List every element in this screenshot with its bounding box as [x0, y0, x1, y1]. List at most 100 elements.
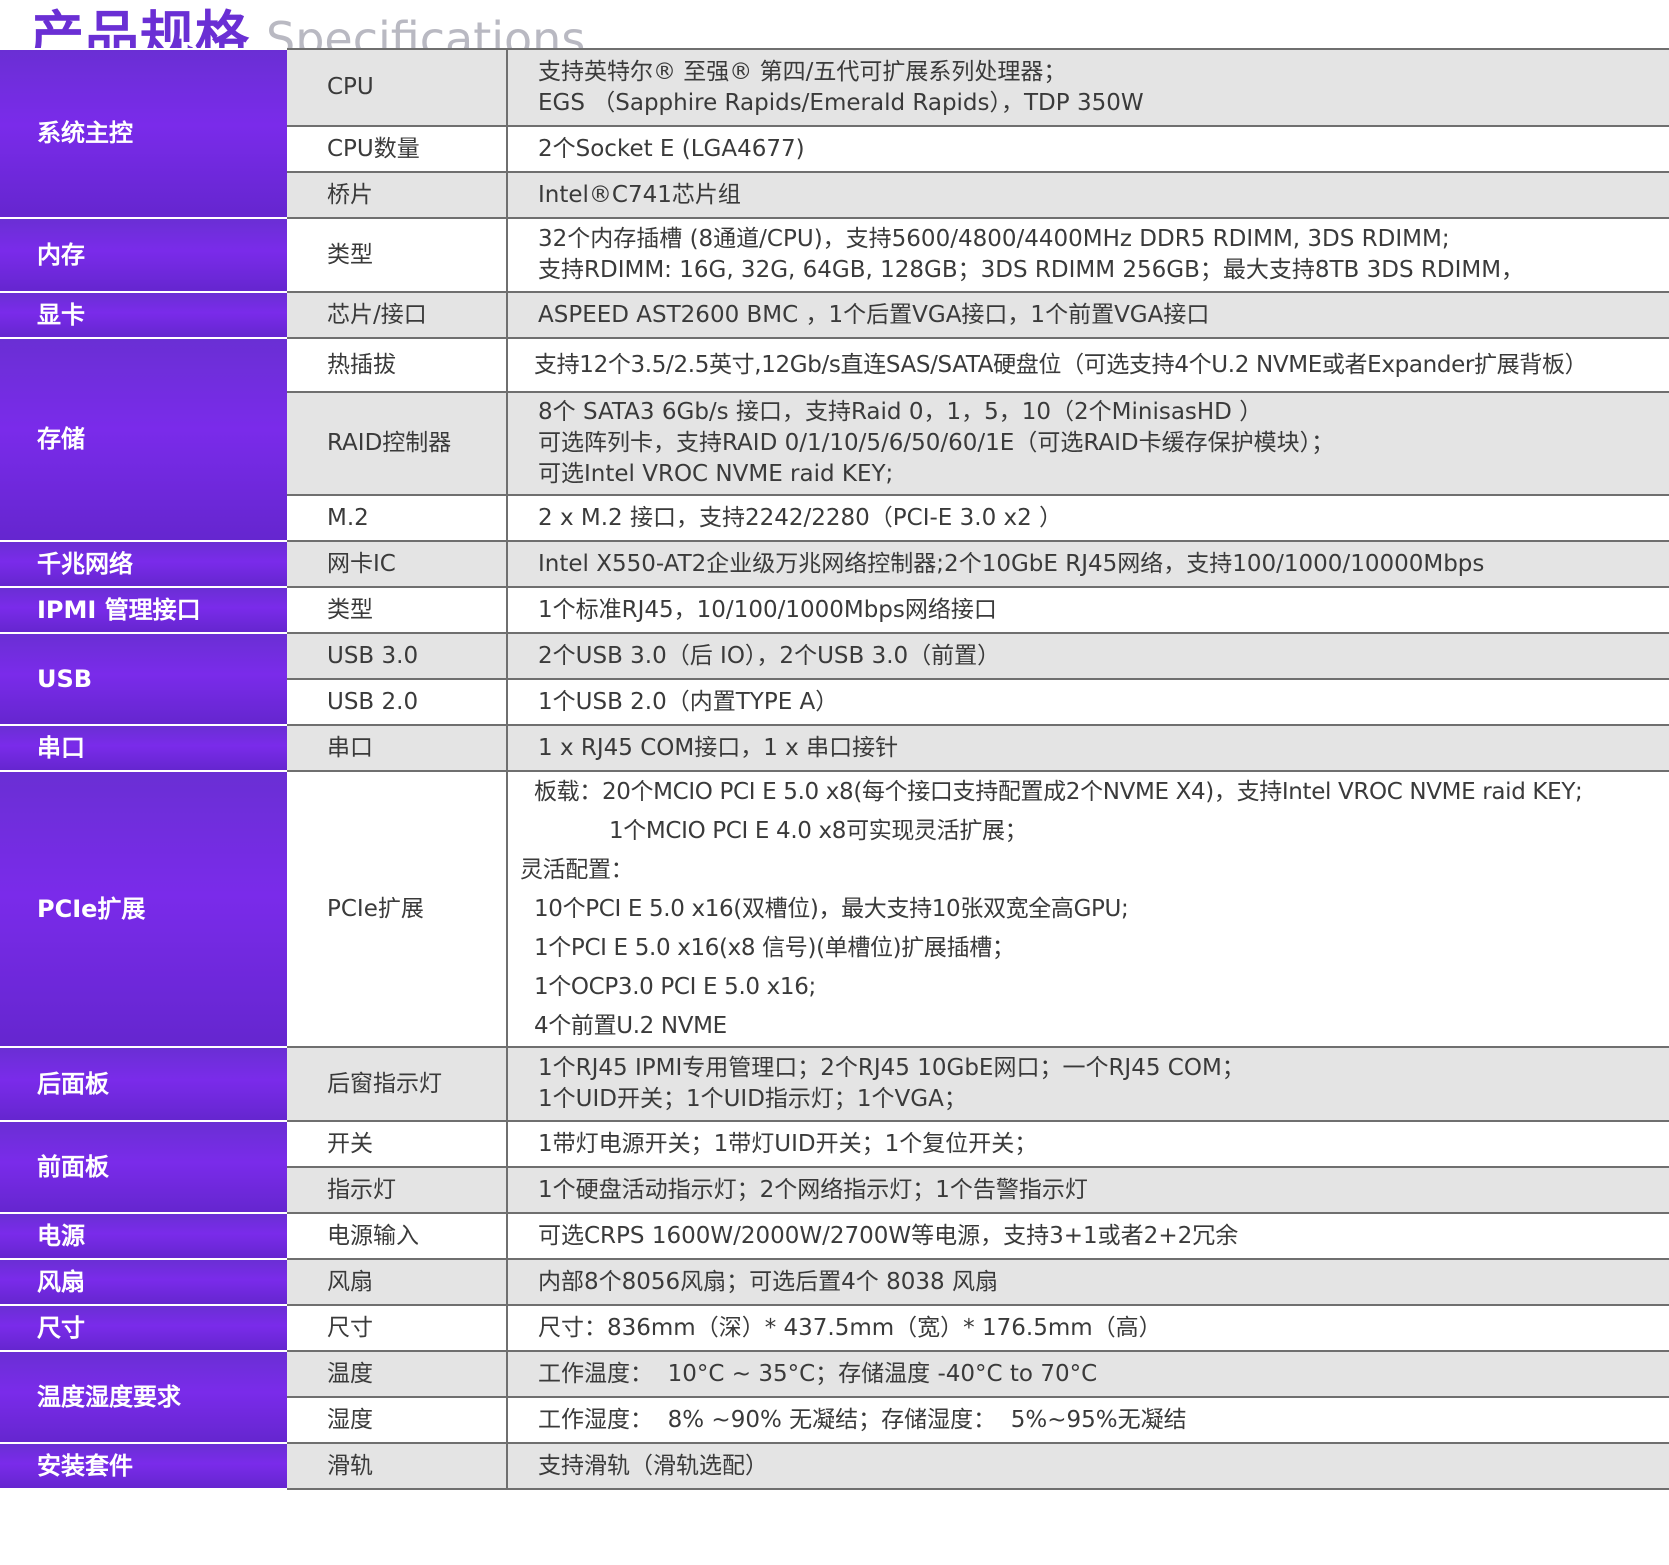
value-cell: 1个RJ45 IPMI专用管理口；2个RJ45 10GbE网口；一个RJ45 C…	[507, 1046, 1669, 1122]
value-line: 4个前置U.2 NVME	[534, 1012, 727, 1039]
value-line: 1 x RJ45 COM接口，1 x 串口接针	[538, 734, 899, 761]
value-cell: 工作湿度： 8% ~90% 无凝结；存储湿度： 5%~95%无凝结	[507, 1396, 1669, 1444]
value-line: 1个标准RJ45，10/100/1000Mbps网络接口	[538, 596, 997, 623]
value-line: 可选CRPS 1600W/2000W/2700W等电源，支持3+1或者2+2冗余	[538, 1222, 1239, 1249]
category-cell: 前面板	[0, 1120, 287, 1214]
value-line: 灵活配置：	[520, 856, 634, 883]
value-line: 1个RJ45 IPMI专用管理口；2个RJ45 10GbE网口；一个RJ45 C…	[538, 1055, 1245, 1081]
sub-cell: 类型	[287, 586, 508, 634]
category-cell: 电源	[0, 1212, 287, 1260]
sub-cell: USB 3.0	[287, 632, 508, 680]
sub-cell: 温度	[287, 1350, 508, 1398]
value-cell: 可选CRPS 1600W/2000W/2700W等电源，支持3+1或者2+2冗余	[507, 1212, 1669, 1260]
sub-cell: CPU	[287, 48, 508, 127]
sub-cell: 尺寸	[287, 1304, 508, 1352]
sub-cell: 芯片/接口	[287, 291, 508, 339]
value-cell: 板载：20个MCIO PCI E 5.0 x8(每个接口支持配置成2个NVME …	[507, 770, 1669, 1048]
value-cell: 8个 SATA3 6Gb/s 接口，支持Raid 0，1，5，10（2个Mini…	[507, 391, 1669, 496]
value-line: 1个OCP3.0 PCI E 5.0 x16;	[534, 973, 816, 1000]
value-line: 内部8个8056风扇；可选后置4个 8038 风扇	[538, 1268, 998, 1295]
value-cell: 支持滑轨（滑轨选配）	[507, 1442, 1669, 1490]
sub-cell: 湿度	[287, 1396, 508, 1444]
category-cell: 存储	[0, 337, 287, 542]
category-cell: 串口	[0, 724, 287, 772]
sub-cell: USB 2.0	[287, 678, 508, 726]
sub-cell: 指示灯	[287, 1166, 508, 1214]
category-cell: USB	[0, 632, 287, 726]
value-line: 1个MCIO PCI E 4.0 x8可实现灵活扩展；	[609, 817, 1028, 844]
value-line: 支持12个3.5/2.5英寸,12Gb/s直连SAS/SATA硬盘位（可选支持4…	[534, 351, 1588, 378]
value-cell: 1个USB 2.0（内置TYPE A）	[507, 678, 1669, 726]
value-cell: 1 x RJ45 COM接口，1 x 串口接针	[507, 724, 1669, 772]
value-cell: 内部8个8056风扇；可选后置4个 8038 风扇	[507, 1258, 1669, 1306]
value-line: 1个硬盘活动指示灯；2个网络指示灯；1个告警指示灯	[538, 1176, 1088, 1203]
category-cell: 尺寸	[0, 1304, 287, 1352]
sub-cell: 类型	[287, 217, 508, 293]
value-line: 1个USB 2.0（内置TYPE A）	[538, 688, 839, 715]
table-row: 温度湿度要求 温度 工作温度： 10°C ~ 35°C；存储温度 -40°C t…	[0, 1350, 1669, 1444]
sub-cell: 网卡IC	[287, 540, 508, 588]
value-line: ASPEED AST2600 BMC ，1个后置VGA接口，1个前置VGA接口	[538, 301, 1210, 328]
value-line: Intel®C741芯片组	[538, 181, 741, 208]
value-cell: 2 x M.2 接口，支持2242/2280（PCI-E 3.0 x2 ）	[507, 494, 1669, 542]
sub-cell: RAID控制器	[287, 391, 508, 496]
value-line: 10个PCI E 5.0 x16(双槽位)，最大支持10张双宽全高GPU;	[534, 895, 1129, 922]
value-cell: ASPEED AST2600 BMC ，1个后置VGA接口，1个前置VGA接口	[507, 291, 1669, 339]
category-cell: IPMI 管理接口	[0, 586, 287, 634]
table-row: 后面板 后窗指示灯 1个RJ45 IPMI专用管理口；2个RJ45 10GbE网…	[0, 1046, 1669, 1122]
value-line: 工作湿度： 8% ~90% 无凝结；存储湿度： 5%~95%无凝结	[538, 1406, 1187, 1433]
sub-cell: 后窗指示灯	[287, 1046, 508, 1122]
value-cell: Intel®C741芯片组	[507, 171, 1669, 219]
table-row: 内存 类型 32个内存插槽 (8通道/CPU)，支持5600/4800/4400…	[0, 217, 1669, 293]
value-cell: 工作温度： 10°C ~ 35°C；存储温度 -40°C to 70°C	[507, 1350, 1669, 1398]
category-cell: 安装套件	[0, 1442, 287, 1490]
table-row: USB USB 3.0 2个USB 3.0（后 IO），2个USB 3.0（前置…	[0, 632, 1669, 726]
sub-cell: CPU数量	[287, 125, 508, 173]
sub-cell: M.2	[287, 494, 508, 542]
table-row: IPMI 管理接口 类型 1个标准RJ45，10/100/1000Mbps网络接…	[0, 586, 1669, 634]
table-row: 串口 串口 1 x RJ45 COM接口，1 x 串口接针	[0, 724, 1669, 772]
value-cell: 1个标准RJ45，10/100/1000Mbps网络接口	[507, 586, 1669, 634]
category-cell: 系统主控	[0, 48, 287, 219]
value-line: 可选阵列卡，支持RAID 0/1/10/5/6/50/60/1E（可选RAID卡…	[538, 430, 1335, 456]
value-line: EGS （Sapphire Rapids/Emerald Rapids），TDP…	[538, 89, 1144, 116]
value-line: 板载：20个MCIO PCI E 5.0 x8(每个接口支持配置成2个NVME …	[534, 778, 1583, 805]
table-row: 显卡 芯片/接口 ASPEED AST2600 BMC ，1个后置VGA接口，1…	[0, 291, 1669, 339]
category-cell: 内存	[0, 217, 287, 293]
value-cell: 支持12个3.5/2.5英寸,12Gb/s直连SAS/SATA硬盘位（可选支持4…	[507, 337, 1669, 393]
table-row: 安装套件 滑轨 支持滑轨（滑轨选配）	[0, 1442, 1669, 1490]
value-line: 支持英特尔® 至强® 第四/五代可扩展系列处理器；	[538, 58, 1067, 85]
sub-cell: 串口	[287, 724, 508, 772]
category-cell: 风扇	[0, 1258, 287, 1306]
value-cell: 2个Socket E (LGA4677)	[507, 125, 1669, 173]
value-cell: 1带灯电源开关；1带灯UID开关；1个复位开关；	[507, 1120, 1669, 1168]
value-line: 1个PCI E 5.0 x16(x8 信号)(单槽位)扩展插槽；	[534, 934, 1015, 961]
value-line: Intel X550-AT2企业级万兆网络控制器;2个10GbE RJ45网络，…	[538, 550, 1485, 577]
table-row: 存储 热插拔 支持12个3.5/2.5英寸,12Gb/s直连SAS/SATA硬盘…	[0, 337, 1669, 542]
value-cell: 尺寸：836mm（深）* 437.5mm（宽）* 176.5mm（高）	[507, 1304, 1669, 1352]
value-line: 2个USB 3.0（后 IO），2个USB 3.0（前置）	[538, 642, 1001, 669]
sub-cell: 电源输入	[287, 1212, 508, 1260]
table-row: 电源 电源输入 可选CRPS 1600W/2000W/2700W等电源，支持3+…	[0, 1212, 1669, 1260]
category-cell: 千兆网络	[0, 540, 287, 588]
category-cell: 显卡	[0, 291, 287, 339]
category-cell: 温度湿度要求	[0, 1350, 287, 1444]
sub-cell: 桥片	[287, 171, 508, 219]
category-cell: PCIe扩展	[0, 770, 287, 1048]
sub-cell: 风扇	[287, 1258, 508, 1306]
value-line: 2个Socket E (LGA4677)	[538, 135, 805, 162]
table-row: 系统主控 CPU 支持英特尔® 至强® 第四/五代可扩展系列处理器； EGS （…	[0, 48, 1669, 219]
table-row: 前面板 开关 1带灯电源开关；1带灯UID开关；1个复位开关；	[0, 1120, 1669, 1214]
value-line: 32个内存插槽 (8通道/CPU)，支持5600/4800/4400MHz DD…	[538, 226, 1450, 252]
spec-table: 系统主控 CPU 支持英特尔® 至强® 第四/五代可扩展系列处理器； EGS （…	[0, 48, 1669, 1490]
sub-cell: 热插拔	[287, 337, 508, 393]
value-line: 可选Intel VROC NVME raid KEY;	[538, 461, 894, 487]
category-cell: 后面板	[0, 1046, 287, 1122]
value-line: 2 x M.2 接口，支持2242/2280（PCI-E 3.0 x2 ）	[538, 504, 1063, 531]
sub-cell: 滑轨	[287, 1442, 508, 1490]
value-cell: 2个USB 3.0（后 IO），2个USB 3.0（前置）	[507, 632, 1669, 680]
table-row: 尺寸 尺寸 尺寸：836mm（深）* 437.5mm（宽）* 176.5mm（高…	[0, 1304, 1669, 1352]
value-line: 支持滑轨（滑轨选配）	[538, 1452, 768, 1479]
value-cell: Intel X550-AT2企业级万兆网络控制器;2个10GbE RJ45网络，…	[507, 540, 1669, 588]
value-line: 工作温度： 10°C ~ 35°C；存储温度 -40°C to 70°C	[538, 1360, 1098, 1387]
